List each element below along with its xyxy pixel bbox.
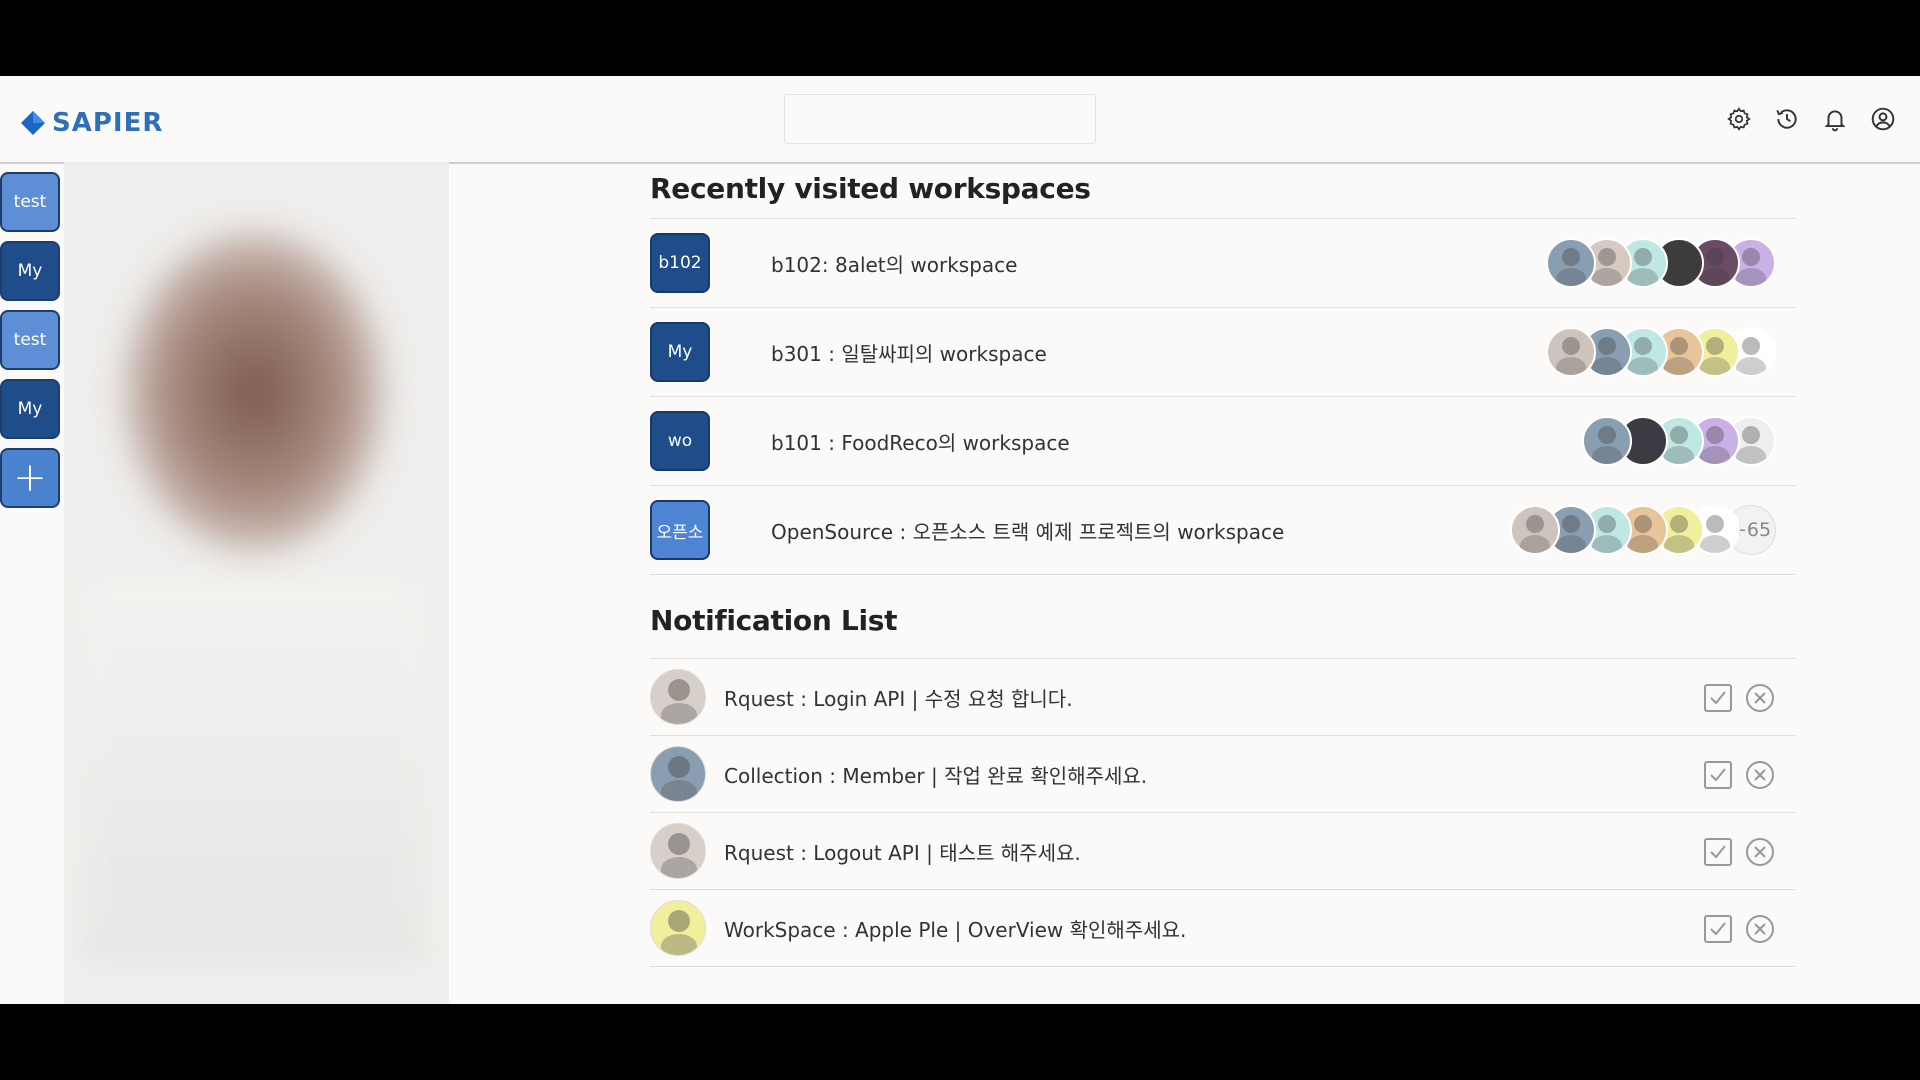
member-avatars	[1582, 416, 1776, 466]
history-icon[interactable]	[1774, 106, 1800, 132]
workspace-badge: wo	[650, 411, 710, 471]
top-bar: SAPIER	[0, 76, 1920, 164]
workspace-badge: b102	[650, 233, 710, 293]
notification-avatar	[650, 900, 706, 956]
header-icons	[1726, 106, 1896, 132]
member-avatar	[1582, 416, 1632, 466]
close-circle-icon[interactable]	[1744, 682, 1776, 714]
notification-row[interactable]: Rquest : Login API | 수정 요청 합니다.	[650, 659, 1796, 736]
rail-item-test[interactable]: test	[0, 172, 60, 232]
check-square-icon[interactable]	[1702, 682, 1734, 714]
member-avatar	[1510, 505, 1560, 555]
app-screen: SAPIER test My test My + Recently visite…	[0, 76, 1920, 1004]
blurred-card	[84, 582, 424, 962]
notification-row[interactable]: Rquest : Logout API | 태스트 해주세요.	[650, 813, 1796, 890]
notification-avatar	[650, 823, 706, 879]
notification-actions	[1702, 759, 1776, 791]
workspace-badge: My	[650, 322, 710, 382]
member-avatar	[1546, 238, 1596, 288]
notification-actions	[1702, 836, 1776, 868]
workspace-list: b102 b102: 8alet의 workspace My b301 : 일탈싸피의…	[650, 218, 1796, 575]
notification-avatar	[650, 746, 706, 802]
workspace-name: b301 : 일탈싸피의 workspace	[771, 341, 1047, 366]
check-square-icon[interactable]	[1702, 913, 1734, 945]
notification-row[interactable]: Collection : Member | 작업 완료 확인해주세요.	[650, 736, 1796, 813]
member-avatars	[1546, 238, 1776, 288]
notification-actions	[1702, 682, 1776, 714]
add-workspace-button[interactable]: +	[0, 448, 60, 508]
workspace-name: b102: 8alet의 workspace	[771, 252, 1018, 277]
notification-list: Rquest : Login API | 수정 요청 합니다. Collectio…	[650, 658, 1796, 967]
notification-actions	[1702, 913, 1776, 945]
notification-text: Rquest : Logout API | 태스트 해주세요.	[724, 840, 1081, 865]
check-square-icon[interactable]	[1702, 836, 1734, 868]
workspace-rail: test My test My +	[0, 172, 62, 517]
user-circle-icon[interactable]	[1870, 106, 1896, 132]
check-square-icon[interactable]	[1702, 759, 1734, 791]
logo[interactable]: SAPIER	[20, 108, 163, 138]
workspace-row[interactable]: wo b101 : FoodReco의 workspace	[650, 397, 1796, 486]
notification-text: Collection : Member | 작업 완료 확인해주세요.	[724, 763, 1148, 788]
notification-row[interactable]: WorkSpace : Apple Ple | OverView 확인해주세요.	[650, 890, 1796, 967]
search-input[interactable]	[784, 94, 1096, 144]
rail-item-my[interactable]: My	[0, 379, 60, 439]
workspace-badge: 오픈소	[650, 500, 710, 560]
recent-workspaces-title: Recently visited workspaces	[650, 172, 1091, 205]
blurred-avatar	[124, 232, 384, 552]
workspace-row[interactable]: My b301 : 일탈싸피의 workspace	[650, 308, 1796, 397]
workspace-name: OpenSource : 오픈소스 트랙 예제 프로젝트의 workspace	[771, 519, 1285, 544]
workspace-name: b101 : FoodReco의 workspace	[771, 430, 1070, 455]
notification-avatar	[650, 669, 706, 725]
member-avatar	[1546, 327, 1596, 377]
rail-item-my[interactable]: My	[0, 241, 60, 301]
close-circle-icon[interactable]	[1744, 836, 1776, 868]
logo-diamond-icon	[21, 111, 45, 135]
close-circle-icon[interactable]	[1744, 759, 1776, 791]
workspace-row[interactable]: 오픈소 OpenSource : 오픈소스 트랙 예제 프로젝트의 workspa…	[650, 486, 1796, 575]
logo-text: SAPIER	[52, 108, 164, 138]
notification-text: Rquest : Login API | 수정 요청 합니다.	[724, 686, 1073, 711]
blurred-profile-panel	[64, 162, 449, 1004]
notification-text: WorkSpace : Apple Ple | OverView 확인해주세요.	[724, 917, 1187, 942]
workspace-row[interactable]: b102 b102: 8alet의 workspace	[650, 219, 1796, 308]
notification-list-title: Notification List	[650, 604, 898, 637]
gear-icon[interactable]	[1726, 106, 1752, 132]
member-avatars	[1546, 327, 1776, 377]
rail-item-test[interactable]: test	[0, 310, 60, 370]
bell-icon[interactable]	[1822, 106, 1848, 132]
member-avatars: +65	[1510, 505, 1776, 555]
close-circle-icon[interactable]	[1744, 913, 1776, 945]
